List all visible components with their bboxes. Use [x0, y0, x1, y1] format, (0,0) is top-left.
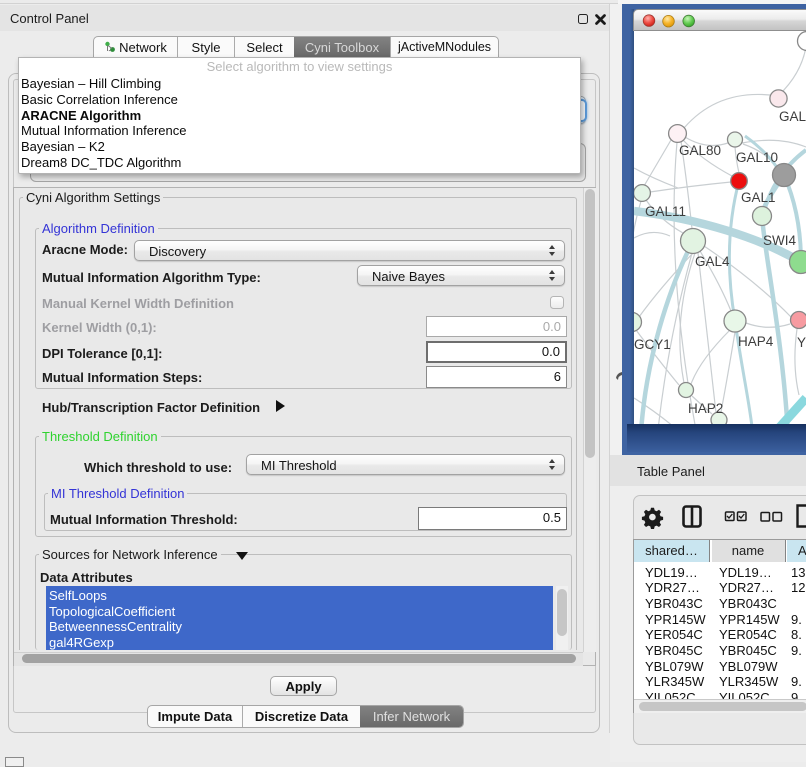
svg-text:GAL10: GAL10: [736, 150, 778, 165]
svg-text:GAL7: GAL7: [779, 109, 806, 124]
svg-text:GAL1: GAL1: [741, 190, 776, 205]
svg-text:GCY1: GCY1: [634, 337, 671, 352]
svg-text:HAP2: HAP2: [688, 401, 723, 416]
svg-text:GAL11: GAL11: [645, 204, 686, 219]
svg-text:HAP4: HAP4: [738, 334, 774, 349]
svg-text:GAL80: GAL80: [679, 143, 721, 158]
svg-text:SWI4: SWI4: [763, 233, 796, 248]
svg-text:GAL4: GAL4: [695, 254, 730, 269]
svg-text:YD: YD: [797, 335, 806, 350]
